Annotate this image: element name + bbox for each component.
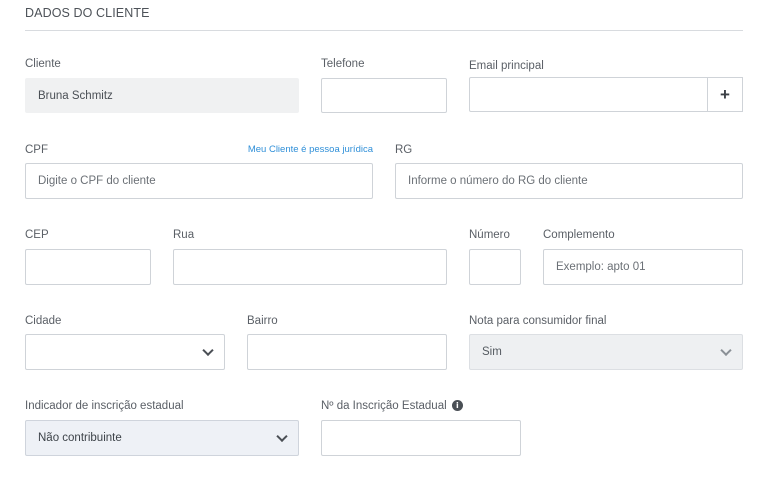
cpf-label: CPF [25,144,48,156]
inscricao-wrapper [321,420,521,456]
rua-input[interactable] [173,249,447,285]
cep-input[interactable] [25,249,151,285]
chevron-down-icon [720,344,732,357]
bairro-label: Bairro [247,315,278,327]
nota-label: Nota para consumidor final [469,315,607,327]
nota-value: Sim [482,346,502,358]
cidade-label: Cidade [25,315,62,327]
rg-input[interactable] [395,163,743,199]
cpf-input[interactable] [25,163,373,199]
cliente-value: Bruna Schmitz [38,89,113,102]
indicador-value: Não contribuinte [38,432,122,444]
rg-wrapper [395,163,743,199]
indicador-label: Indicador de inscrição estadual [25,400,184,412]
indicador-select[interactable]: Não contribuinte [25,420,299,456]
cliente-field: Bruna Schmitz [25,78,299,113]
cidade-select[interactable] [25,334,225,370]
cliente-label: Cliente [25,58,61,70]
telefone-label: Telefone [321,58,365,70]
cep-wrapper [25,249,151,285]
cep-label: CEP [25,229,49,241]
rg-label: RG [395,144,413,156]
rua-wrapper [173,249,447,285]
email-label: Email principal [469,60,544,72]
cpf-wrapper [25,163,373,199]
inscricao-label: Nº da Inscrição Estadual [321,400,447,412]
nota-select[interactable]: Sim [469,334,743,370]
email-wrapper [469,77,708,112]
numero-label: Número [469,229,510,241]
chevron-down-icon [276,430,288,443]
numero-input[interactable] [469,249,521,285]
plus-icon: + [720,84,730,104]
inscricao-input[interactable] [321,420,521,456]
email-input[interactable] [469,77,708,112]
pessoa-juridica-link[interactable]: Meu Cliente é pessoa jurídica [248,144,373,155]
telefone-input[interactable] [321,78,447,113]
rua-label: Rua [173,229,195,241]
telefone-wrapper [321,78,447,113]
bairro-input[interactable] [247,334,447,370]
numero-wrapper [469,249,521,285]
info-icon[interactable]: i [451,400,463,411]
bairro-wrapper [247,334,447,370]
complemento-input[interactable] [543,249,743,285]
chevron-down-icon [202,344,214,357]
complemento-wrapper [543,249,743,285]
complemento-label: Complemento [543,229,615,241]
section-title: DADOS DO CLIENTE [25,6,150,20]
inscricao-label-wrap: Nº da Inscrição Estadual i [321,400,463,412]
add-email-button[interactable]: + [708,77,743,112]
section-divider [25,30,743,31]
